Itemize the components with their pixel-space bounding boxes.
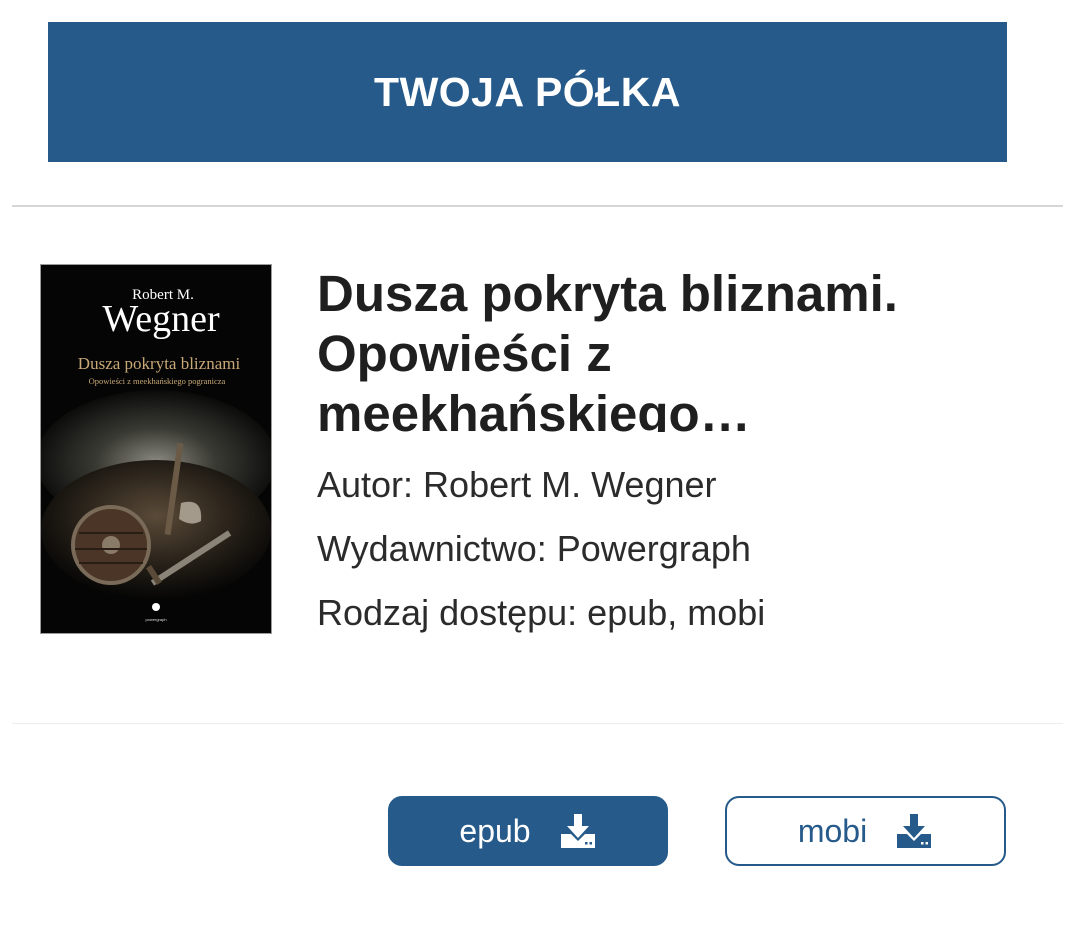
book-cover[interactable]: Robert M. Wegner Dusza pokryta bliznami … bbox=[40, 264, 272, 634]
book-access-type: Rodzaj dostępu: epub, mobi bbox=[317, 592, 766, 633]
publisher-logo-icon bbox=[152, 603, 160, 611]
cover-publisher: powergraph bbox=[145, 617, 166, 622]
download-icon bbox=[559, 813, 597, 849]
page-title: TWOJA PÓŁKA bbox=[374, 68, 681, 115]
divider bbox=[12, 723, 1063, 724]
download-icon bbox=[895, 813, 933, 849]
shelf-page: TWOJA PÓŁKA Robert M. Wegner Dusza pokry… bbox=[0, 0, 1077, 935]
cover-author-big: Wegner bbox=[102, 298, 220, 340]
book-publisher: Wydawnictwo: Powergraph bbox=[317, 528, 751, 569]
cover-title: Dusza pokryta bliznami bbox=[78, 354, 241, 373]
book-title[interactable]: Dusza pokryta bliznami. Opowieści z meek… bbox=[317, 264, 1037, 432]
cover-subtitle: Opowieści z meekhańskiego pogranicza bbox=[89, 376, 226, 386]
shelf-header: TWOJA PÓŁKA bbox=[48, 22, 1007, 162]
book-author: Autor: Robert M. Wegner bbox=[317, 464, 717, 505]
download-epub-button[interactable]: epub bbox=[388, 796, 668, 866]
divider bbox=[12, 205, 1063, 207]
download-mobi-label: mobi bbox=[797, 812, 868, 849]
download-epub-label: epub bbox=[459, 812, 531, 849]
download-mobi-button[interactable]: mobi bbox=[725, 796, 1006, 866]
